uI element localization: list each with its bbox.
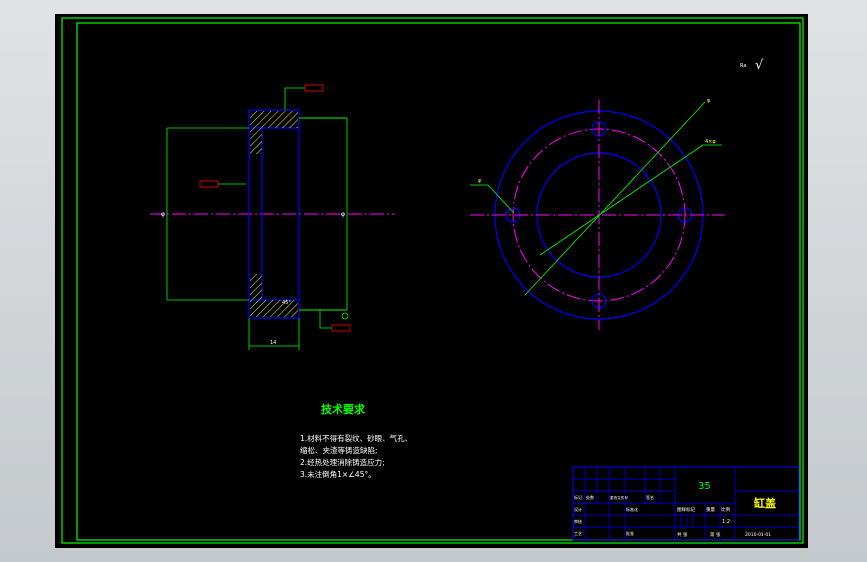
- label-sheets: 共 张: [677, 531, 688, 538]
- label-drawing-mark: 图样标记: [677, 506, 695, 513]
- notes-line-3: 2.经热处理消除铸造应力;: [300, 457, 385, 467]
- notes-line-2: 缩松、夹渣等铸造缺陷;: [300, 445, 378, 455]
- label-approve: 批准: [626, 530, 634, 536]
- dim-left-label: φ: [161, 211, 165, 218]
- label-scale: 比例: [721, 506, 730, 513]
- label-change: 更改文件号: [610, 495, 628, 500]
- scale-value: 1:2: [722, 519, 730, 525]
- notes-title: 技术要求: [321, 402, 366, 416]
- label-designer: 设计: [574, 506, 582, 512]
- dim-right-label: φ: [341, 211, 345, 218]
- leader-bolt-label: 4×φ: [705, 139, 716, 145]
- cad-viewport[interactable]: Ra √ φ φ 14 45° φ 4×φ φ 技术要求 1.材料不得有裂纹、砂…: [0, 0, 867, 562]
- chamfer-label: 45°: [282, 300, 291, 306]
- label-sign: 签名: [646, 494, 654, 500]
- date-value: 2010-01-01: [745, 532, 771, 538]
- hatch-top-left: [250, 128, 262, 154]
- hatch-top: [250, 111, 298, 128]
- roughness-symbol-icon: √: [755, 58, 764, 73]
- label-checker: 审核: [574, 518, 582, 524]
- part-name: 缸盖: [753, 496, 776, 510]
- dim-width-label: 14: [270, 340, 276, 346]
- label-process: 工艺: [574, 531, 582, 536]
- roughness-prefix: Ra: [740, 63, 746, 69]
- sheet-background: [55, 14, 808, 548]
- notes-line-1: 1.材料不得有裂纹、砂眼、气孔、: [300, 433, 412, 443]
- label-sheet-of: 第 张: [710, 531, 721, 538]
- hatch-bottom-left: [250, 274, 262, 300]
- material-value: 35: [698, 481, 711, 492]
- label-mark: 标记: [574, 494, 582, 500]
- label-count: 处数: [586, 494, 594, 500]
- label-std: 标准化: [626, 506, 638, 512]
- notes-line-4: 3.未注倒角1×∠45°。: [300, 469, 376, 479]
- label-weight: 重量: [706, 506, 715, 513]
- cad-drawing: Ra √ φ φ 14 45° φ 4×φ φ 技术要求 1.材料不得有裂纹、砂…: [55, 14, 808, 548]
